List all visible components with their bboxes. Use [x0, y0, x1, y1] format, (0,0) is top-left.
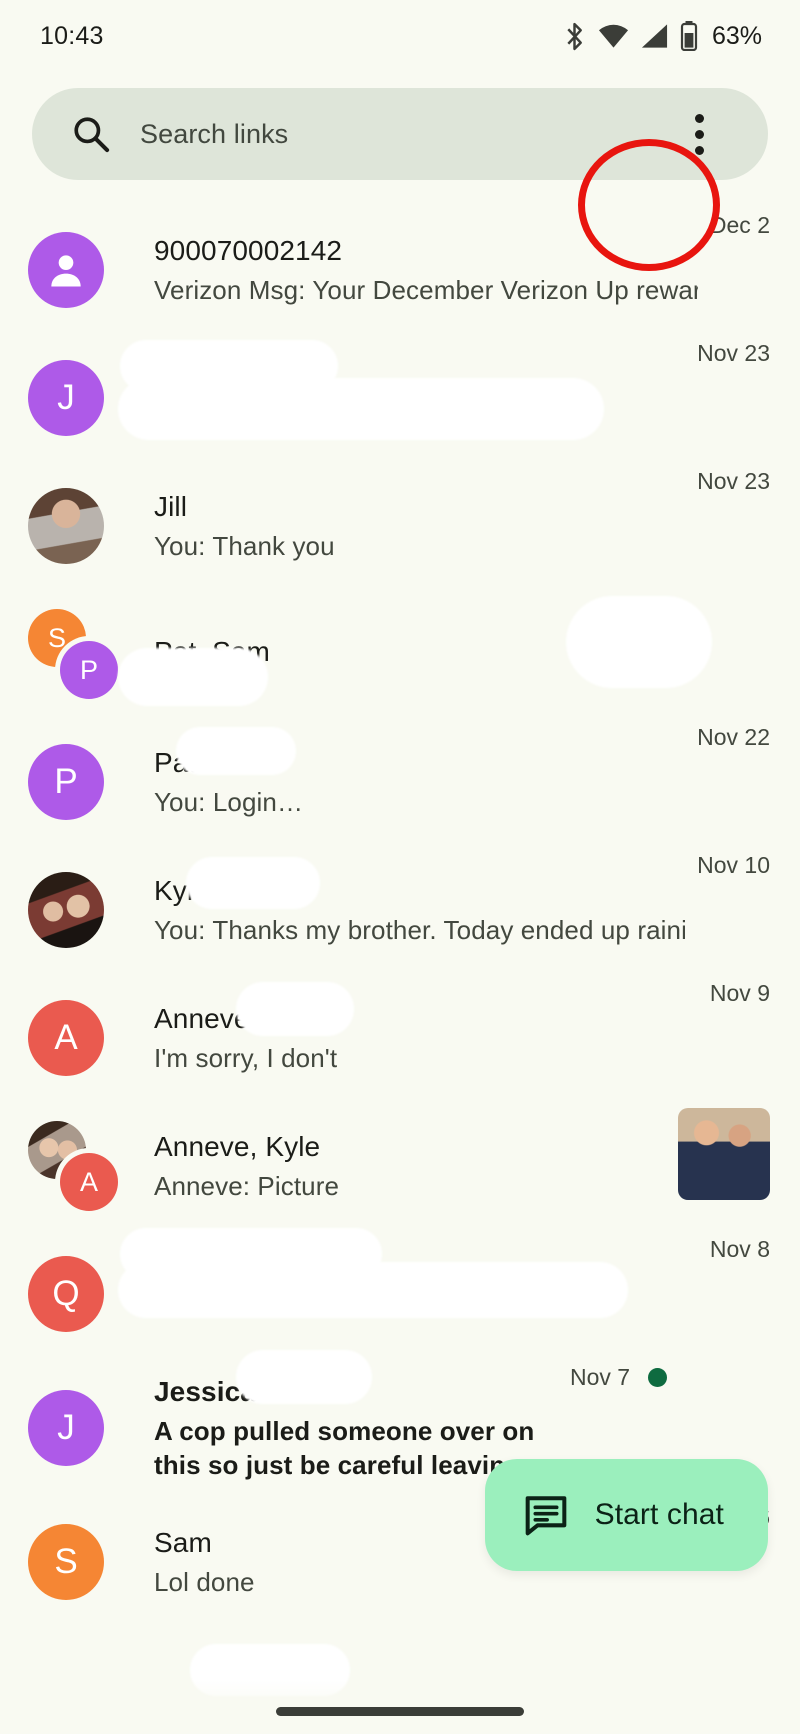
start-chat-fab[interactable]: Start chat: [484, 1459, 768, 1571]
status-icons: 63%: [562, 21, 762, 52]
avatar-column: J: [28, 351, 128, 445]
avatar-column: P: [28, 735, 128, 829]
conversation-meta: [678, 1102, 770, 1200]
search-bar[interactable]: Search links: [32, 88, 768, 180]
avatar-column: A: [28, 991, 128, 1085]
conversation-date: Nov 23: [697, 468, 770, 494]
chat-bubble-icon: [525, 1496, 566, 1536]
avatar: J: [28, 360, 104, 436]
avatar-column: [28, 479, 128, 573]
avatar: Q: [28, 1256, 104, 1332]
avatar-column: S P: [28, 607, 128, 701]
conversation-date: Nov 22: [697, 724, 770, 750]
avatar-column: Q: [28, 1247, 128, 1341]
start-chat-label: Start chat: [594, 1498, 724, 1531]
avatar-photo: [28, 488, 104, 564]
cellular-signal-icon: [641, 24, 668, 48]
conversation-text: Anneve I'm sorry, I don't: [128, 1001, 698, 1075]
avatar: S: [28, 1524, 104, 1600]
conversation-row-900070002142[interactable]: 900070002142 Verizon Msg: Your December …: [0, 206, 800, 334]
avatar-photo: [28, 872, 104, 948]
group-avatar: A: [28, 1119, 128, 1213]
avatar-initial: J: [57, 378, 75, 417]
redaction-blob: [118, 1262, 628, 1318]
avatar-column: S: [28, 1515, 128, 1609]
avatar-initial: J: [57, 1408, 75, 1447]
conversation-date: Nov 23: [697, 340, 770, 366]
conversation-snippet: You: Login…: [154, 786, 304, 817]
conversation-row-anneve-kyle[interactable]: A Anneve, Kyle Anneve: Picture: [0, 1102, 800, 1230]
avatar-initial: A: [54, 1018, 78, 1057]
conversation-meta: Nov 22: [697, 718, 770, 751]
conversation-date: Dec 2: [709, 212, 770, 238]
conversation-row-pat[interactable]: P Pat You: Login… Nov 22: [0, 718, 800, 846]
person-icon: [51, 255, 81, 287]
conversation-row-kyle[interactable]: Kyle You: Thanks my brother. Today ended…: [0, 846, 800, 974]
conversation-meta: Nov 23: [697, 334, 770, 367]
conversation-date: Nov 9: [709, 980, 770, 1006]
conversation-meta: Nov 23: [697, 462, 770, 495]
search-icon[interactable]: [72, 115, 110, 153]
message-thumbnail[interactable]: [678, 1108, 770, 1200]
gesture-navigation-bar[interactable]: [276, 1707, 524, 1716]
battery-icon: [680, 21, 698, 51]
avatar-initial: S: [47, 622, 66, 653]
conversation-row-jill[interactable]: Jill You: Thank you Nov 23: [0, 462, 800, 590]
conversation-snippet: Anneve: Picture: [154, 1170, 340, 1201]
conversation-text: 900070002142 Verizon Msg: Your December …: [128, 233, 698, 307]
conversation-name: 900070002142: [154, 234, 343, 266]
redaction-blob: [186, 857, 320, 909]
bluetooth-icon: [567, 22, 582, 50]
avatar: [28, 232, 104, 308]
avatar-secondary: P: [60, 641, 118, 699]
avatar-secondary: A: [60, 1153, 118, 1211]
overflow-menu-icon[interactable]: [668, 103, 730, 165]
avatar-column: [28, 863, 128, 957]
conversation-date: Nov 8: [709, 1236, 770, 1262]
redaction-blob: [118, 378, 604, 440]
redaction-blob: [176, 727, 296, 775]
status-time: 10:43: [40, 21, 104, 50]
conversation-snippet: You: Thank you: [154, 530, 335, 561]
battery-percent: 63%: [711, 21, 762, 50]
avatar: A: [28, 1000, 104, 1076]
conversation-meta: Nov 10: [697, 846, 770, 879]
avatar-column: J: [28, 1381, 128, 1475]
conversation-snippet: Verizon Msg: Your December Verizon Up re…: [154, 274, 698, 305]
conversation-meta: Nov 8: [710, 1230, 770, 1263]
redaction-blob: [236, 1350, 372, 1404]
conversation-meta: Dec 2: [710, 206, 770, 239]
unread-indicator-dot: [648, 1368, 668, 1387]
avatar-initial: P: [79, 654, 98, 685]
avatar: P: [28, 744, 104, 820]
avatar-initial: P: [54, 762, 78, 801]
avatar-initial: S: [54, 1542, 78, 1581]
conversation-meta: Nov 7: [570, 1358, 668, 1391]
conversation-date: Nov 10: [697, 852, 770, 878]
group-avatar: S P: [28, 607, 128, 701]
search-bar-container: Search links: [0, 72, 800, 271]
wifi-icon: [598, 24, 628, 48]
redaction-blob: [566, 596, 712, 688]
conversation-name: Jill: [154, 490, 188, 522]
conversation-text: Jill You: Thank you: [128, 489, 685, 563]
avatar-initial: A: [79, 1166, 98, 1197]
avatar: J: [28, 1390, 104, 1466]
avatar-column: A: [28, 1119, 128, 1213]
avatar-column: [28, 223, 128, 317]
conversation-row-anneve[interactable]: A Anneve I'm sorry, I don't Nov 9: [0, 974, 800, 1102]
search-input[interactable]: Search links: [140, 119, 668, 150]
conversation-text: Anneve, Kyle Anneve: Picture: [128, 1129, 666, 1203]
conversation-snippet: You: Thanks my brother. Today ended up r…: [154, 914, 686, 945]
conversation-meta: Nov 9: [710, 974, 770, 1007]
conversation-snippet: I'm sorry, I don't: [154, 1042, 338, 1073]
redaction-blob: [236, 982, 354, 1036]
redaction-blob: [118, 648, 268, 706]
avatar-initial: Q: [52, 1274, 80, 1313]
status-bar: 10:43 63%: [0, 0, 800, 72]
conversation-name: Anneve, Kyle: [154, 1130, 321, 1162]
conversation-date: Nov 7: [570, 1364, 631, 1390]
